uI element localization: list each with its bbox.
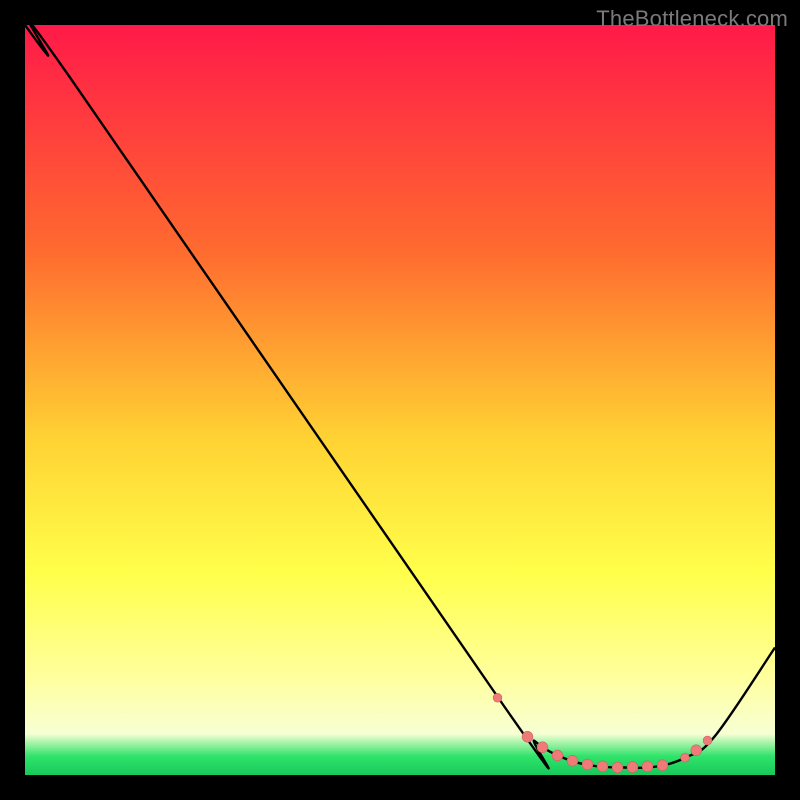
highlight-marker	[627, 762, 638, 773]
chart-stage: TheBottleneck.com	[0, 0, 800, 800]
highlight-marker	[691, 745, 702, 756]
watermark-text: TheBottleneck.com	[596, 6, 788, 32]
chart-svg	[25, 25, 775, 775]
highlight-marker	[597, 761, 608, 772]
highlight-marker	[703, 736, 712, 745]
highlight-marker	[537, 742, 548, 753]
highlight-marker	[582, 759, 593, 770]
highlight-marker	[657, 760, 668, 771]
highlight-marker	[642, 761, 653, 772]
gradient-background	[25, 25, 775, 775]
highlight-marker	[522, 731, 533, 742]
highlight-marker	[567, 755, 578, 766]
highlight-marker	[681, 753, 690, 762]
highlight-marker	[552, 750, 563, 761]
highlight-marker	[493, 693, 502, 702]
highlight-marker	[612, 762, 623, 773]
plot-area	[25, 25, 775, 775]
